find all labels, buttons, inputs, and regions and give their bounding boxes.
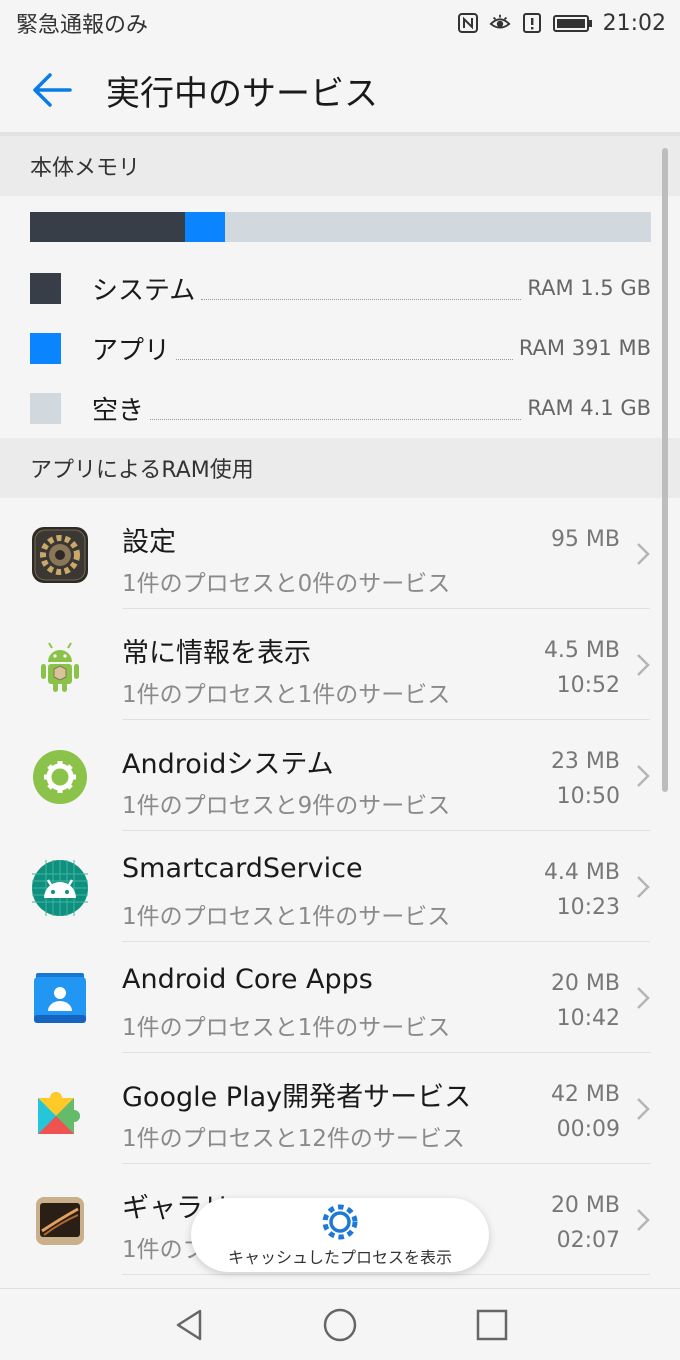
legend-leader-dots [201, 276, 522, 300]
chevron-right-icon [637, 1209, 650, 1231]
legend-row-apps: アプリ RAM 391 MB [30, 328, 651, 368]
app-bar: 実行中のサービス [0, 46, 680, 134]
contacts-card-icon [34, 973, 86, 1023]
gear-icon [322, 1204, 358, 1240]
navigation-bar [0, 1288, 680, 1360]
app-memory-size: 4.5 MB [543, 638, 620, 663]
legend-label: システム [92, 275, 196, 306]
puzzle-piece-icon [38, 1092, 80, 1134]
legend-value: RAM 4.1 GB [527, 396, 651, 420]
app-process-info: 1件のプロセスと12件のサービス [122, 1126, 465, 1152]
app-process-info: 1件のプロセスと9件のサービス [122, 793, 451, 819]
settings-app-icon [32, 527, 88, 583]
memory-usage-bar [30, 212, 651, 242]
memory-segment-apps [185, 212, 225, 242]
legend-label: 空き [92, 395, 145, 426]
memory-panel: システム RAM 1.5 GB アプリ RAM 391 MB 空き RAM 4.… [0, 196, 680, 438]
legend-value: RAM 1.5 GB [527, 276, 651, 300]
chevron-right-icon [637, 765, 650, 787]
app-memory-size: 4.4 MB [543, 860, 620, 885]
app-name: 常に情報を表示 [122, 638, 311, 669]
chevron-right-icon [637, 987, 650, 1009]
app-memory-size: 42 MB [550, 1082, 620, 1107]
status-icons: 21:02 [457, 11, 666, 36]
app-process-info: 1件のプロセスと0件のサービス [122, 571, 451, 597]
app-run-time: 10:23 [556, 895, 620, 920]
fab-label: キャッシュしたプロセスを表示 [227, 1248, 452, 1267]
app-run-time: 10:42 [556, 1006, 620, 1031]
memory-segment-system [30, 212, 186, 242]
app-name: 設定 [122, 527, 176, 558]
android-robot-icon [41, 642, 79, 692]
status-time: 21:02 [602, 10, 666, 36]
memory-section-title: 本体メモリ [30, 156, 141, 181]
app-name: Google Play開発者サービス [122, 1082, 472, 1113]
app-process-info: 1件のプロセスと1件のサービス [122, 682, 451, 708]
row-divider [122, 1273, 650, 1275]
show-cached-processes-button[interactable]: キャッシュしたプロセスを表示 [191, 1198, 489, 1272]
legend-value: RAM 391 MB [518, 336, 651, 360]
alert-icon [522, 13, 541, 33]
app-memory-size: 95 MB [550, 527, 620, 552]
legend-row-free: 空き RAM 4.1 GB [30, 388, 651, 428]
legend-leader-dots [150, 396, 522, 420]
app-memory-size: 20 MB [550, 1193, 620, 1218]
android-system-gear-icon [33, 750, 87, 804]
android-head-icon [32, 860, 88, 916]
nfc-icon [457, 13, 478, 33]
legend-row-system: システム RAM 1.5 GB [30, 268, 651, 308]
battery-icon [552, 15, 592, 32]
app-name: SmartcardService [122, 853, 363, 884]
eye-comfort-icon [489, 14, 511, 29]
app-run-time: 10:52 [556, 673, 620, 698]
apps-section-header: アプリによるRAM使用 [0, 438, 680, 498]
app-run-time: 00:09 [556, 1117, 620, 1142]
list-item-settings[interactable]: 設定 1件のプロセスと0件のサービス 95 MB [0, 498, 680, 609]
nav-recents-square-icon[interactable] [474, 1307, 510, 1343]
app-process-info: 1件のプロセスと1件のサービス [122, 1015, 451, 1041]
app-run-time: 02:07 [556, 1228, 620, 1253]
list-item-always-on-info[interactable]: 常に情報を表示 1件のプロセスと1件のサービス 4.5 MB 10:52 [0, 609, 680, 720]
page-title: 実行中のサービス [106, 73, 378, 114]
chevron-right-icon [637, 1098, 650, 1120]
memory-section-header: 本体メモリ [0, 136, 680, 196]
legend-swatch-apps [30, 332, 61, 364]
app-list: 設定 1件のプロセスと0件のサービス 95 MB 常に情報を表示 1件のプロセス… [0, 498, 680, 1288]
app-name: Android Core Apps [122, 964, 373, 995]
nav-back-triangle-icon[interactable] [172, 1307, 208, 1343]
list-item-google-play-services[interactable]: Google Play開発者サービス 1件のプロセスと12件のサービス 42 M… [0, 1053, 680, 1164]
back-arrow-icon [33, 73, 72, 107]
back-button[interactable] [22, 60, 82, 120]
nav-home-circle-icon[interactable] [322, 1307, 358, 1343]
legend-leader-dots [176, 336, 513, 360]
chevron-right-icon [637, 876, 650, 898]
status-carrier-text: 緊急通報のみ [16, 13, 149, 38]
app-memory-size: 20 MB [550, 971, 620, 996]
apps-section-title: アプリによるRAM使用 [30, 458, 254, 483]
list-item-android-core-apps[interactable]: Android Core Apps 1件のプロセスと1件のサービス 20 MB … [0, 942, 680, 1053]
legend-swatch-free [30, 392, 61, 424]
memory-segment-free [224, 212, 651, 242]
legend-swatch-system [30, 272, 61, 304]
status-bar: 緊急通報のみ 21:02 [0, 0, 680, 46]
chevron-right-icon [637, 543, 650, 565]
app-memory-size: 23 MB [550, 749, 620, 774]
gallery-photo-icon [36, 1197, 84, 1245]
list-item-android-system[interactable]: Androidシステム 1件のプロセスと9件のサービス 23 MB 10:50 [0, 720, 680, 831]
chevron-right-icon [637, 654, 650, 676]
list-item-smartcard-service[interactable]: SmartcardService 1件のプロセスと1件のサービス 4.4 MB … [0, 831, 680, 942]
app-name: Androidシステム [122, 749, 334, 780]
app-run-time: 10:50 [556, 784, 620, 809]
legend-label: アプリ [92, 335, 171, 366]
app-process-info: 1件のプロセスと1件のサービス [122, 904, 451, 930]
scrollbar[interactable] [662, 148, 668, 792]
